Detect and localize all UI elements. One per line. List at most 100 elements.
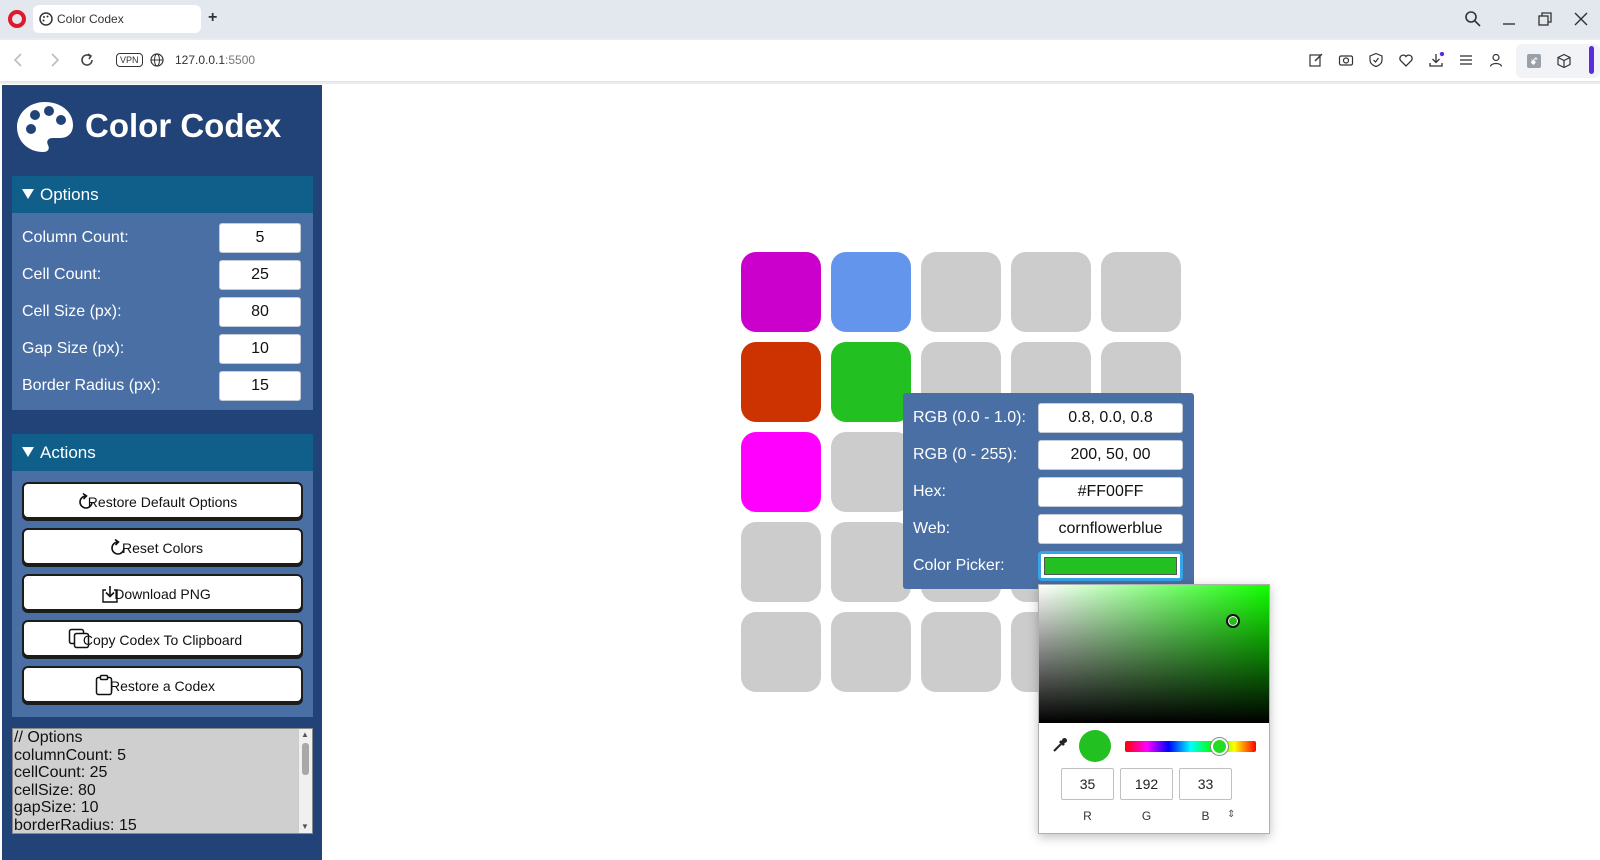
sidebar: Color Codex Options Column Count: Cell C… [2, 85, 322, 860]
sv-cursor[interactable] [1226, 614, 1240, 628]
heart-icon[interactable] [1398, 52, 1414, 68]
new-tab-button[interactable]: + [208, 9, 217, 27]
color-picker-label: Color Picker: [913, 557, 1005, 574]
grid-cell[interactable] [921, 612, 1001, 692]
download-png-button[interactable]: Download PNG [22, 574, 303, 611]
color-picker-swatch[interactable] [1038, 551, 1183, 581]
minimize-icon[interactable] [1498, 10, 1520, 28]
web-row: Web: [903, 514, 1194, 544]
close-window-icon[interactable] [1570, 10, 1592, 28]
url-port: :5500 [225, 53, 256, 67]
codex-textarea[interactable]: // Options columnCount: 5 cellCount: 25 … [12, 728, 313, 834]
saturation-value-area[interactable] [1039, 585, 1269, 723]
grid-cell[interactable] [831, 612, 911, 692]
hue-slider[interactable] [1125, 741, 1256, 752]
codex-line: cellCount: 25 [14, 764, 108, 782]
tab-color-codex[interactable]: Color Codex [33, 5, 201, 33]
codex-line: // Options [14, 729, 83, 746]
actions-header[interactable]: Actions [12, 434, 313, 471]
tab-title: Color Codex [57, 12, 124, 26]
restore-window-icon[interactable] [1534, 10, 1556, 28]
extensions-area: ꗄ [1516, 44, 1600, 78]
actions-panel: Actions Restore Default Options Reset Co… [12, 434, 313, 717]
grid-cell[interactable] [831, 432, 911, 512]
download-png-label: Download PNG [114, 586, 211, 602]
rgb-int-input[interactable] [1038, 440, 1183, 470]
copy-codex-button[interactable]: Copy Codex To Clipboard [22, 620, 303, 657]
app-title: Color Codex [85, 107, 282, 144]
grid-cell[interactable] [1011, 252, 1091, 332]
cube-icon[interactable] [1556, 53, 1572, 69]
cell-size-label: Cell Size (px): [22, 303, 122, 320]
sidebar-toggle-bar[interactable] [1589, 46, 1594, 74]
globe-icon[interactable] [150, 53, 164, 67]
grid-cell[interactable] [741, 342, 821, 422]
restore-default-options-label: Restore Default Options [87, 494, 238, 510]
copy-codex-label: Copy Codex To Clipboard [82, 632, 243, 648]
hex-row: Hex: [903, 477, 1194, 507]
grid-cell[interactable] [921, 252, 1001, 332]
green-value-input[interactable]: 192 [1120, 768, 1173, 800]
option-cell-size: Cell Size (px): [12, 297, 313, 327]
blue-value-input[interactable]: 33 [1179, 768, 1232, 800]
option-gap-size: Gap Size (px): [12, 334, 313, 364]
scroll-thumb[interactable] [302, 743, 309, 775]
scroll-up-icon[interactable]: ▲ [301, 730, 309, 739]
svg-text:ꗄ: ꗄ [1530, 57, 1538, 68]
cell-count-input[interactable] [219, 260, 301, 290]
forward-icon[interactable] [45, 51, 63, 69]
column-count-input[interactable] [219, 223, 301, 253]
option-border-radius: Border Radius (px): [12, 371, 313, 401]
actions-header-label: Actions [40, 443, 96, 462]
gap-size-input[interactable] [219, 334, 301, 364]
edit-icon[interactable] [1308, 52, 1324, 68]
collapse-triangle-icon [22, 447, 34, 457]
tab-bar: Color Codex + [0, 0, 1600, 38]
gap-size-label: Gap Size (px): [22, 340, 125, 357]
search-tabs-icon[interactable] [1462, 10, 1484, 28]
restore-default-options-button[interactable]: Restore Default Options [22, 482, 303, 519]
shield-icon[interactable] [1368, 52, 1384, 68]
url-field[interactable]: 127.0.0.1:5500 [175, 53, 255, 67]
reload-icon[interactable] [78, 51, 96, 69]
grid-cell[interactable] [741, 432, 821, 512]
green-label: G [1141, 809, 1152, 823]
cell-size-input[interactable] [219, 297, 301, 327]
reset-colors-label: Reset Colors [122, 540, 203, 556]
options-panel: Options Column Count: Cell Count: Cell S… [12, 176, 313, 410]
grid-cell[interactable] [831, 342, 911, 422]
easy-setup-icon[interactable] [1458, 52, 1474, 68]
eyedropper-icon[interactable] [1051, 736, 1069, 754]
palette-logo-icon [17, 102, 73, 152]
collapse-triangle-icon [22, 189, 34, 199]
scroll-down-icon[interactable]: ▼ [301, 822, 309, 831]
opera-logo-icon[interactable] [8, 10, 26, 28]
restore-codex-button[interactable]: Restore a Codex [22, 666, 303, 703]
web-color-input[interactable] [1038, 514, 1183, 544]
palette-icon [39, 12, 53, 26]
border-radius-input[interactable] [219, 371, 301, 401]
grid-cell[interactable] [741, 612, 821, 692]
red-value-input[interactable]: 35 [1061, 768, 1114, 800]
grid-cell[interactable] [831, 252, 911, 332]
grid-cell[interactable] [831, 522, 911, 602]
hex-input[interactable] [1038, 477, 1183, 507]
hue-slider-thumb[interactable] [1211, 738, 1228, 755]
camera-icon[interactable] [1338, 52, 1354, 68]
options-header-label: Options [40, 185, 99, 204]
grid-cell[interactable] [1101, 252, 1181, 332]
options-header[interactable]: Options [12, 176, 313, 213]
profile-icon[interactable] [1488, 52, 1504, 68]
reset-colors-button[interactable]: Reset Colors [22, 528, 303, 565]
color-mode-toggle-icon[interactable]: ⇕ [1227, 809, 1235, 820]
grid-cell[interactable] [741, 522, 821, 602]
vpn-badge[interactable]: VPN [116, 53, 143, 67]
column-count-label: Column Count: [22, 229, 129, 246]
swatch-fill [1044, 557, 1177, 575]
codex-scrollbar[interactable]: ▲ ▼ [298, 729, 312, 833]
extension-icon[interactable]: ꗄ [1526, 53, 1542, 69]
back-icon[interactable] [10, 51, 28, 69]
download-icon[interactable] [1428, 52, 1444, 68]
rgb-float-input[interactable] [1038, 403, 1183, 433]
grid-cell[interactable] [741, 252, 821, 332]
